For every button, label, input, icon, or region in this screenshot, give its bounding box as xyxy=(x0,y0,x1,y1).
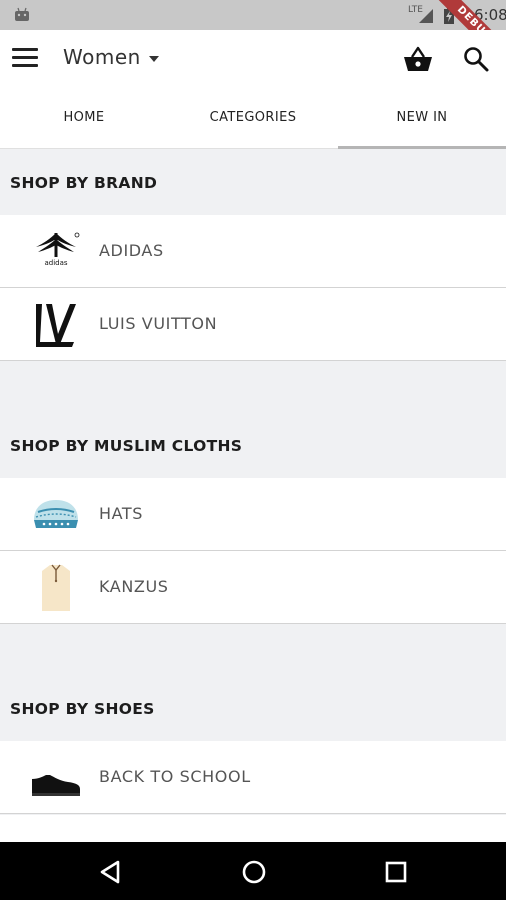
tab-categories[interactable]: CATEGORIES xyxy=(169,88,337,148)
list-item-label: LUIS VUITTON xyxy=(99,314,218,333)
list-item-luis-vuitton[interactable]: LUIS VUITTON xyxy=(0,288,506,361)
signal-icon xyxy=(419,9,433,23)
tab-selected-indicator xyxy=(338,146,506,149)
list-item-partial xyxy=(0,815,506,842)
app-bar: Women xyxy=(0,30,506,88)
adidas-logo-icon: adidas xyxy=(36,232,80,267)
list-item-label: KANZUS xyxy=(99,577,169,596)
home-icon[interactable] xyxy=(241,859,267,885)
list-item-label: BACK TO SCHOOL xyxy=(99,767,251,786)
kanzu-robe-icon xyxy=(42,564,70,611)
caret-down-icon xyxy=(148,55,159,62)
svg-text:adidas: adidas xyxy=(44,259,67,267)
system-navigation-bar xyxy=(0,842,506,900)
search-icon[interactable] xyxy=(462,45,490,73)
recent-apps-icon[interactable] xyxy=(385,861,407,883)
kufi-hat-icon xyxy=(34,500,78,528)
school-shoe-icon xyxy=(32,775,80,796)
status-bar: LTE 6:08 DEBUG xyxy=(0,0,506,80)
list-item-label: HATS xyxy=(99,504,144,523)
tab-new-in[interactable]: NEW IN xyxy=(338,88,506,148)
section-title-shoes: SHOP BY SHOES xyxy=(10,700,155,718)
menu-icon[interactable] xyxy=(12,48,38,70)
gender-dropdown[interactable]: Women xyxy=(63,45,159,69)
android-notification-icon xyxy=(15,7,29,21)
tab-bar: HOME CATEGORIES NEW IN xyxy=(0,88,506,149)
back-icon[interactable] xyxy=(98,859,124,885)
gender-dropdown-label: Women xyxy=(63,45,141,69)
list-item-hats[interactable]: HATS xyxy=(0,478,506,551)
list-item-back-to-school[interactable]: BACK TO SCHOOL xyxy=(0,741,506,814)
list-item-kanzus[interactable]: KANZUS xyxy=(0,551,506,624)
list-item-label: ADIDAS xyxy=(99,241,164,260)
shopping-basket-icon[interactable] xyxy=(402,46,434,74)
louis-vuitton-logo-icon xyxy=(36,304,76,347)
section-title-muslim-cloths: SHOP BY MUSLIM CLOTHS xyxy=(10,437,243,455)
tab-home[interactable]: HOME xyxy=(0,88,168,148)
list-item-adidas[interactable]: adidas ADIDAS xyxy=(0,215,506,288)
section-title-brand: SHOP BY BRAND xyxy=(10,174,158,192)
